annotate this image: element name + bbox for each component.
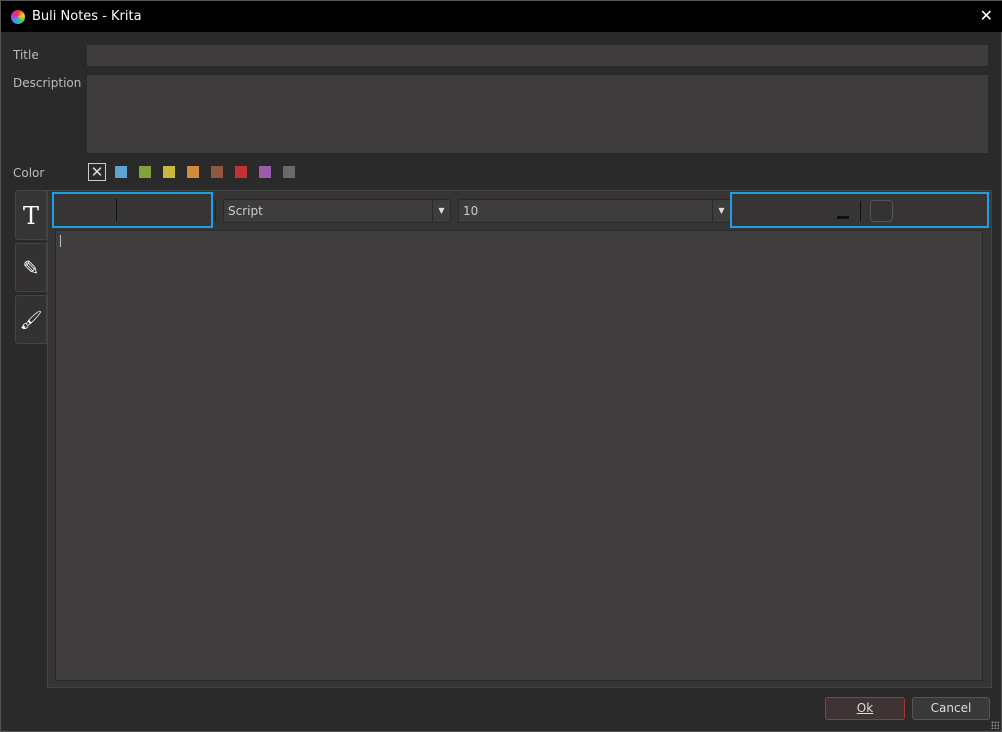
resize-grip[interactable]	[991, 721, 999, 729]
description-input[interactable]	[86, 74, 989, 154]
color-swatch[interactable]	[115, 166, 127, 178]
note-text-editor[interactable]	[55, 230, 983, 681]
chevron-down-icon: ▼	[432, 200, 450, 222]
tab-draw[interactable]: ✎	[15, 243, 47, 292]
pen-icon: ✎	[22, 256, 40, 280]
window-title: Buli Notes - Krita	[32, 9, 142, 24]
text-color-button[interactable]	[870, 200, 893, 222]
color-swatch[interactable]	[259, 166, 271, 178]
chevron-down-icon: ▼	[712, 200, 730, 222]
ok-button[interactable]: Ok	[825, 697, 905, 720]
color-swatch[interactable]	[283, 166, 295, 178]
color-swatch[interactable]	[139, 166, 151, 178]
font-size-select[interactable]: 10 ▼	[458, 199, 731, 223]
close-icon[interactable]: ✕	[980, 6, 993, 25]
font-value: Script	[228, 204, 263, 218]
cancel-label: Cancel	[930, 701, 972, 715]
text-style-group[interactable]	[52, 192, 213, 228]
color-label: Color	[13, 166, 45, 180]
tab-brush[interactable]: 🖌	[15, 295, 47, 344]
text-cursor	[60, 235, 61, 247]
tab-text[interactable]: T	[15, 190, 47, 240]
text-icon: T	[22, 202, 39, 230]
font-select[interactable]: Script ▼	[223, 199, 451, 223]
description-label: Description	[13, 76, 82, 90]
color-swatch[interactable]	[187, 166, 199, 178]
underline-icon[interactable]	[837, 216, 849, 219]
cancel-button[interactable]: Cancel	[912, 697, 990, 720]
title-label: Title	[13, 48, 39, 62]
brush-icon: 🖌	[19, 310, 43, 331]
title-input[interactable]	[86, 44, 989, 67]
color-swatch[interactable]	[211, 166, 223, 178]
font-size-value: 10	[463, 204, 479, 218]
color-swatch[interactable]	[163, 166, 175, 178]
ok-label: Ok	[856, 701, 874, 715]
text-format-group[interactable]	[730, 192, 989, 228]
krita-app-icon	[11, 9, 25, 24]
title-bar: Buli Notes - Krita ✕	[1, 1, 1002, 32]
color-swatch[interactable]	[235, 166, 247, 178]
no-color-swatch[interactable]: ✕	[88, 163, 106, 181]
